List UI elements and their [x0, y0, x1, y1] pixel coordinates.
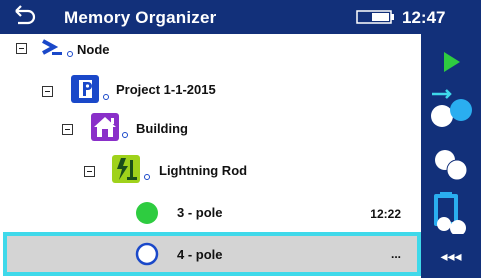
measurement-time: 12:22 — [370, 207, 401, 221]
battery-icon — [356, 10, 394, 24]
node-marker — [122, 132, 128, 138]
add-structure-icon — [431, 89, 472, 127]
clock: 12:47 — [402, 8, 446, 27]
tree-item-measurement-selected[interactable]: 4 - pole ... — [3, 232, 421, 276]
tree-item-lightning-rod[interactable]: Lightning Rod — [0, 150, 421, 190]
collapse-toggle[interactable] — [84, 166, 95, 177]
tree-item-project[interactable]: Project 1-1-2015 — [0, 70, 421, 110]
measurement-done-icon — [136, 202, 158, 224]
building-icon — [91, 113, 119, 141]
action-sidebar: ◂◂◂ — [421, 34, 481, 278]
clone-button[interactable] — [421, 134, 481, 188]
measurement-time: ... — [390, 247, 401, 261]
clipboard-icon — [434, 192, 466, 236]
tree-item-label: 4 - pole — [177, 247, 223, 262]
paste-button[interactable] — [421, 184, 481, 238]
measurement-empty-icon — [135, 242, 159, 266]
collapse-toggle[interactable] — [42, 86, 53, 97]
page-title: Memory Organizer — [64, 8, 217, 27]
node-marker — [67, 51, 73, 57]
tree-item-measurement[interactable]: 3 - pole 12:22 — [0, 192, 421, 232]
back-icon[interactable] — [10, 5, 36, 27]
node-marker — [103, 94, 109, 100]
node-marker — [144, 174, 150, 180]
tree-item-label: Lightning Rod — [159, 163, 248, 178]
memory-tree: Node Project 1-1-2015 Building Lightning… — [0, 34, 421, 278]
clone-icon — [435, 150, 468, 181]
node-prompt-icon — [42, 39, 62, 55]
collapse-toggle[interactable] — [62, 124, 73, 135]
play-icon — [444, 52, 460, 72]
tree-item-building[interactable]: Building — [0, 110, 421, 150]
tree-item-node[interactable]: Node — [0, 34, 421, 74]
tree-item-label: Project 1-1-2015 — [116, 82, 216, 97]
more-options-button[interactable]: ◂◂◂ — [421, 234, 481, 278]
tree-item-label: 3 - pole — [177, 205, 223, 220]
tree-item-label: Building — [136, 121, 188, 136]
tree-item-label: Node — [77, 42, 110, 57]
add-structure-button[interactable] — [421, 80, 481, 134]
lightning-rod-icon — [112, 155, 140, 183]
project-icon — [71, 75, 99, 103]
collapse-toggle[interactable] — [16, 43, 27, 54]
title-bar: Memory Organizer 12:47 — [0, 0, 481, 34]
